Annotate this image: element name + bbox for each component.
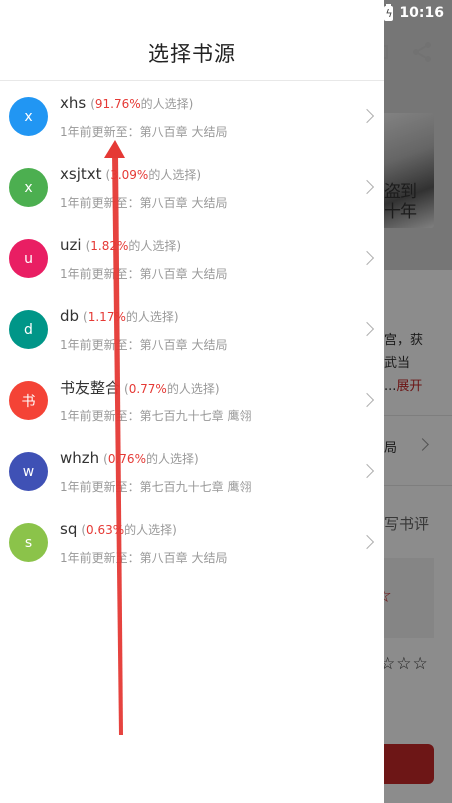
share-suffix: 的人选择) [140,97,194,111]
latest-chapter: 第八百章 大结局 [139,551,228,565]
source-name: whzh [60,449,100,467]
update-prefix: 1年前更新至： [60,267,140,281]
source-share: (3.09%的人选择) [106,168,202,182]
drawer-title: 选择书源 [148,42,236,66]
status-time: 10:16 [399,5,444,21]
latest-chapter: 第七百九十七章 鹰翎 [139,480,252,494]
source-update-info: 1年前更新至：第七百九十七章 鹰翎 [60,407,251,424]
source-update-info: 1年前更新至：第八百章 大结局 [60,549,227,566]
update-prefix: 1年前更新至： [60,480,140,494]
source-item[interactable]: s sq (0.63%的人选择) 1年前更新至：第八百章 大结局 [0,507,384,578]
update-prefix: 1年前更新至： [60,338,140,352]
source-header: db (1.17%的人选择) [60,306,179,325]
source-item[interactable]: 书 书友整合 (0.77%的人选择) 1年前更新至：第七百九十七章 鹰翎 [0,365,384,436]
source-update-info: 1年前更新至：第八百章 大结局 [60,123,227,140]
source-header: whzh (0.76%的人选择) [60,448,199,467]
source-update-info: 1年前更新至：第七百九十七章 鹰翎 [60,478,251,495]
source-name: xhs [60,94,87,112]
share-suffix: 的人选择) [145,452,199,466]
source-avatar: x [9,97,48,136]
source-name: sq [60,520,78,538]
source-avatar: d [9,310,48,349]
update-prefix: 1年前更新至： [60,409,140,423]
source-share: (1.82%的人选择) [86,239,182,253]
update-prefix: 1年前更新至： [60,551,140,565]
source-avatar: 书 [9,381,48,420]
source-percent: 3.09% [110,168,149,182]
source-list: x xhs (91.76%的人选择) 1年前更新至：第八百章 大结局 x xsjt… [0,81,384,578]
chevron-right-icon [359,108,375,124]
source-item[interactable]: x xsjtxt (3.09%的人选择) 1年前更新至：第八百章 大结局 [0,152,384,223]
source-name: xsjtxt [60,165,102,183]
source-percent: 1.82% [90,239,129,253]
source-item[interactable]: u uzi (1.82%的人选择) 1年前更新至：第八百章 大结局 [0,223,384,294]
source-name: 书友整合 [60,379,121,397]
source-percent: 91.76% [94,97,141,111]
source-avatar: s [9,523,48,562]
source-share: (1.17%的人选择) [83,310,179,324]
source-header: xsjtxt (3.09%的人选择) [60,164,201,183]
screen: 盗到 十年 宫，获 武当 ...展开 局 写书评 ☆ ☆☆☆ ϟ 10:16 选… [0,0,452,803]
source-avatar: x [9,168,48,207]
source-name: db [60,307,80,325]
status-bar: ϟ 10:16 [382,0,452,26]
chevron-right-icon [359,250,375,266]
source-drawer: 选择书源 x xhs (91.76%的人选择) 1年前更新至：第八百章 大结局 x… [0,0,384,803]
share-suffix: 的人选择) [125,310,179,324]
update-prefix: 1年前更新至： [60,196,140,210]
source-percent: 0.77% [128,382,167,396]
source-share: (0.77%的人选择) [124,382,220,396]
source-header: sq (0.63%的人选择) [60,519,177,538]
source-item[interactable]: w whzh (0.76%的人选择) 1年前更新至：第七百九十七章 鹰翎 [0,436,384,507]
share-suffix: 的人选择) [128,239,182,253]
chevron-right-icon [359,534,375,550]
battery-icon: ϟ [384,3,394,21]
source-header: 书友整合 (0.77%的人选择) [60,377,220,398]
latest-chapter: 第八百章 大结局 [139,125,228,139]
source-update-info: 1年前更新至：第八百章 大结局 [60,336,227,353]
chevron-right-icon [359,463,375,479]
source-item[interactable]: x xhs (91.76%的人选择) 1年前更新至：第八百章 大结局 [0,81,384,152]
latest-chapter: 第八百章 大结局 [139,338,228,352]
source-update-info: 1年前更新至：第八百章 大结局 [60,194,227,211]
latest-chapter: 第八百章 大结局 [139,267,228,281]
latest-chapter: 第七百九十七章 鹰翎 [139,409,252,423]
source-percent: 1.17% [87,310,126,324]
source-header: xhs (91.76%的人选择) [60,93,193,112]
chevron-right-icon [359,392,375,408]
source-update-info: 1年前更新至：第八百章 大结局 [60,265,227,282]
update-prefix: 1年前更新至： [60,125,140,139]
chevron-right-icon [359,179,375,195]
source-avatar: w [9,452,48,491]
source-avatar: u [9,239,48,278]
source-share: (0.76%的人选择) [103,452,199,466]
latest-chapter: 第八百章 大结局 [139,196,228,210]
share-suffix: 的人选择) [148,168,201,182]
source-share: (0.63%的人选择) [81,523,177,537]
source-percent: 0.76% [107,452,146,466]
source-share: (91.76%的人选择) [90,97,193,111]
source-percent: 0.63% [86,523,125,537]
source-item[interactable]: d db (1.17%的人选择) 1年前更新至：第八百章 大结局 [0,294,384,365]
source-name: uzi [60,236,82,254]
chevron-right-icon [359,321,375,337]
share-suffix: 的人选择) [124,523,177,537]
share-suffix: 的人选择) [166,382,220,396]
source-header: uzi (1.82%的人选择) [60,235,181,254]
